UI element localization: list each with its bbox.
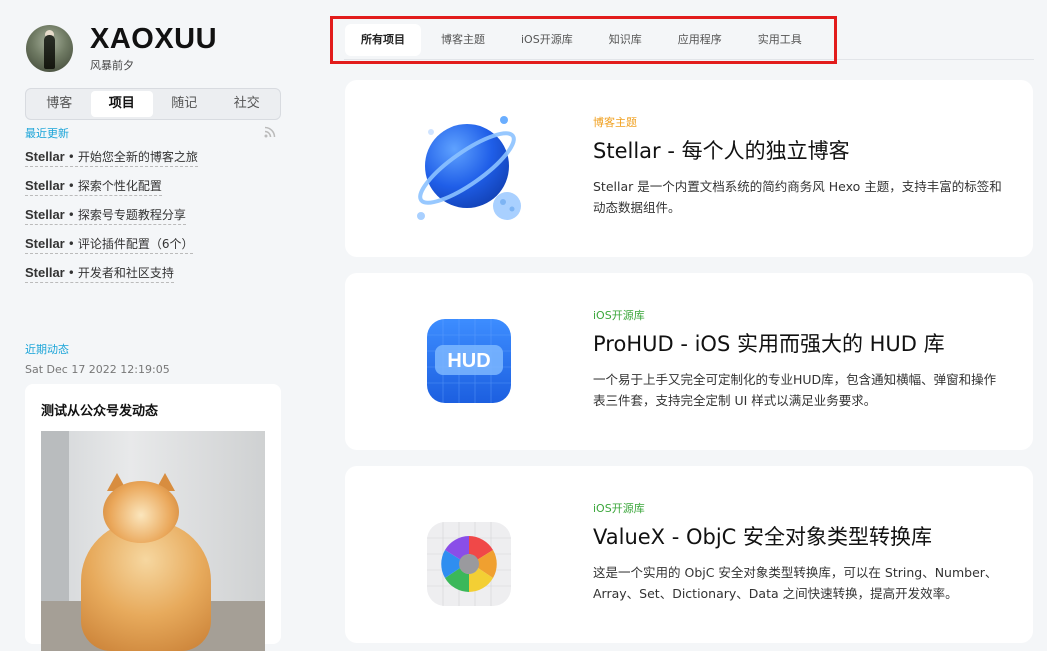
project-description: Stellar 是一个内置文档系统的简约商务风 Hexo 主题，支持丰富的标签和… <box>593 179 1002 215</box>
moment-card[interactable]: 测试从公众号发动态 <box>25 384 281 651</box>
recent-updates-list: Stellar • 开始您全新的博客之旅 Stellar • 探索个性化配置 Stell… <box>25 148 198 293</box>
site-title[interactable]: XAOXUU <box>90 24 217 54</box>
planet-icon <box>417 116 521 220</box>
avatar[interactable] <box>26 25 73 72</box>
valuex-app-icon <box>427 522 511 606</box>
project-title[interactable]: ValueX - ObjC 安全对象类型转换库 <box>593 522 1003 552</box>
moment-title: 测试从公众号发动态 <box>41 404 159 419</box>
project-tabs: 所有项目 博客主题 iOS开源库 知识库 应用程序 实用工具 <box>345 24 822 56</box>
list-item: Stellar • 探索号专题教程分享 <box>25 206 198 235</box>
sidebar: XAOXUU 风暴前夕 博客 项目 随记 社交 最近更新 Stellar • 开始您… <box>0 0 305 651</box>
recent-link[interactable]: Stellar • 开始您全新的博客之旅 <box>25 149 198 167</box>
moments-heading: 近期动态 <box>25 343 69 356</box>
recent-link[interactable]: Stellar • 开发者和社区支持 <box>25 265 174 283</box>
hud-label: HUD <box>447 350 490 372</box>
list-item: Stellar • 评论插件配置（6个） <box>25 235 198 264</box>
project-description: 一个易于上手又完全可定制化的专业HUD库，包含通知横幅、弹窗和操作表三件套，支持… <box>593 372 997 408</box>
rss-icon[interactable] <box>264 126 276 138</box>
tab-blog-themes[interactable]: 博客主题 <box>425 24 501 56</box>
list-item: Stellar • 探索个性化配置 <box>25 177 198 206</box>
profile: XAOXUU 风暴前夕 <box>26 24 217 73</box>
tab-utilities[interactable]: 实用工具 <box>742 24 818 56</box>
tab-all-projects[interactable]: 所有项目 <box>345 24 421 56</box>
moment-date: Sat Dec 17 2022 12:19:05 <box>25 363 170 376</box>
project-description: 这是一个实用的 ObjC 安全对象类型转换库，可以在 String、Number… <box>593 565 998 601</box>
recent-link[interactable]: Stellar • 探索个性化配置 <box>25 178 162 196</box>
recent-link[interactable]: Stellar • 评论插件配置（6个） <box>25 236 194 254</box>
project-card-stellar[interactable]: 博客主题 Stellar - 每个人的独立博客 Stellar 是一个内置文档系… <box>345 80 1033 257</box>
project-card-valuex[interactable]: iOS开源库 ValueX - ObjC 安全对象类型转换库 这是一个实用的 O… <box>345 466 1033 643</box>
recent-updates-heading: 最近更新 <box>25 127 69 140</box>
tab-knowledge-base[interactable]: 知识库 <box>593 24 658 56</box>
project-card-prohud[interactable]: HUD iOS开源库 ProHUD - iOS 实用而强大的 HUD 库 一个易… <box>345 273 1033 450</box>
project-category[interactable]: iOS开源库 <box>593 500 1003 516</box>
tab-applications[interactable]: 应用程序 <box>662 24 738 56</box>
nav-tab-notes[interactable]: 随记 <box>153 91 216 117</box>
project-title[interactable]: ProHUD - iOS 实用而强大的 HUD 库 <box>593 329 1003 359</box>
sidebar-nav-tabs: 博客 项目 随记 社交 <box>25 88 281 120</box>
project-category[interactable]: iOS开源库 <box>593 307 1003 323</box>
tab-ios-libraries[interactable]: iOS开源库 <box>505 24 589 56</box>
moment-photo[interactable] <box>41 431 265 651</box>
site-subtitle: 风暴前夕 <box>90 59 134 72</box>
nav-tab-blog[interactable]: 博客 <box>28 91 91 117</box>
nav-tab-projects[interactable]: 项目 <box>90 91 153 117</box>
list-item: Stellar • 开始您全新的博客之旅 <box>25 148 198 177</box>
project-title[interactable]: Stellar - 每个人的独立博客 <box>593 136 1003 166</box>
nav-tab-social[interactable]: 社交 <box>216 91 279 117</box>
project-category[interactable]: 博客主题 <box>593 114 1003 130</box>
hud-app-icon: HUD <box>427 319 511 403</box>
list-item: Stellar • 开发者和社区支持 <box>25 264 198 293</box>
recent-link[interactable]: Stellar • 探索号专题教程分享 <box>25 207 186 225</box>
